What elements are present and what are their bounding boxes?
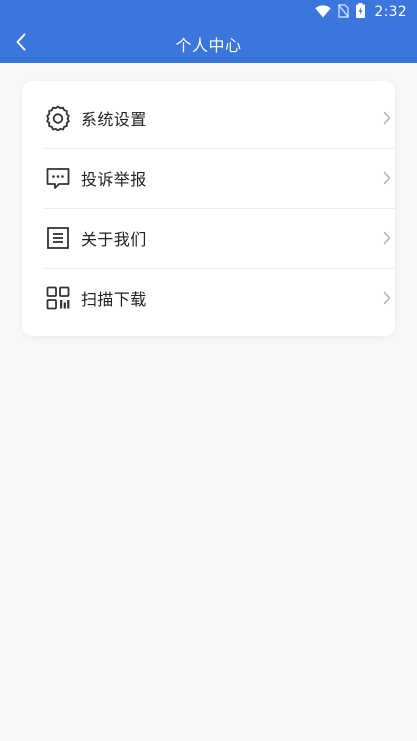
app-bar: 个人中心	[0, 24, 417, 63]
chevron-right-icon	[379, 148, 395, 208]
page-title: 个人中心	[175, 35, 242, 55]
chevron-right-icon	[379, 88, 395, 148]
qr-code-icon	[45, 285, 71, 311]
status-time: 2:32	[374, 4, 407, 20]
menu-item-label: 系统设置	[81, 110, 147, 129]
menu-item-scan-download[interactable]: 扫描下载	[44, 268, 395, 328]
chevron-right-icon	[379, 208, 395, 268]
menu-item-complaint[interactable]: 投诉举报	[44, 148, 395, 208]
no-sim-icon	[338, 3, 350, 22]
wifi-icon	[315, 3, 332, 22]
document-icon	[45, 225, 71, 251]
battery-icon	[356, 2, 366, 22]
status-bar: 2:32	[0, 0, 417, 24]
menu-item-about[interactable]: 关于我们	[44, 208, 395, 268]
menu-card: 系统设置 投诉举报 关于我们 扫描下载	[22, 81, 395, 336]
message-icon	[45, 165, 71, 191]
menu-item-settings[interactable]: 系统设置	[44, 88, 395, 148]
gear-icon	[45, 105, 71, 131]
menu-item-label: 投诉举报	[81, 170, 147, 189]
menu-item-label: 关于我们	[81, 230, 147, 249]
chevron-right-icon	[379, 268, 395, 328]
menu-item-label: 扫描下载	[81, 290, 147, 309]
